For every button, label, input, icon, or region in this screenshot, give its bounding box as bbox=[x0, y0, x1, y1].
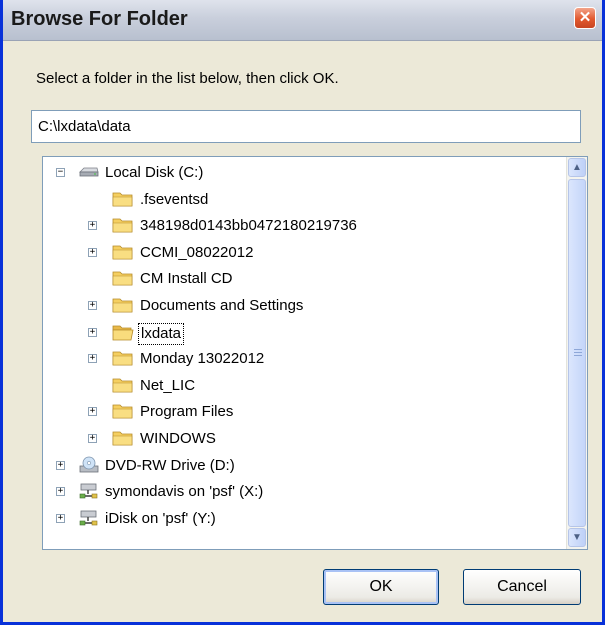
folder-icon bbox=[112, 216, 134, 234]
tree-expander[interactable]: + bbox=[88, 407, 97, 417]
tree-item[interactable]: − Local Disk (C:) bbox=[43, 160, 563, 186]
scroll-down-button[interactable]: ▼ bbox=[568, 528, 586, 547]
tree-item[interactable]: +348198d0143bb0472180219736 bbox=[43, 213, 563, 239]
folder-path-field[interactable]: C:\lxdata\data bbox=[31, 110, 581, 143]
folder-icon bbox=[112, 190, 134, 208]
folder-icon bbox=[112, 269, 134, 287]
tree-expander[interactable]: + bbox=[56, 460, 65, 470]
tree-item-label: iDisk on 'psf' (Y:) bbox=[105, 509, 216, 527]
network-drive-icon bbox=[78, 509, 100, 527]
tree-item[interactable]: Net_LIC bbox=[43, 373, 563, 399]
tree-expander[interactable]: + bbox=[88, 434, 97, 443]
tree-expander[interactable]: + bbox=[88, 354, 97, 364]
tree-expander[interactable]: + bbox=[56, 513, 65, 523]
tree-item[interactable]: + Monday 13022012 bbox=[43, 346, 563, 372]
tree-item[interactable]: CM Install CD bbox=[43, 266, 563, 292]
folder-tree[interactable]: − Local Disk (C:) .fseventsd +348198d0143bb… bbox=[42, 156, 588, 550]
tree-expander[interactable]: + bbox=[56, 487, 65, 497]
tree-expander[interactable]: − bbox=[56, 168, 65, 177]
folder-icon bbox=[112, 429, 134, 447]
scroll-thumb[interactable] bbox=[568, 179, 586, 527]
tree-item[interactable]: + DVD-RW Drive (D:) bbox=[43, 453, 563, 479]
dialog-title: Browse For Folder bbox=[11, 8, 188, 30]
tree-item-label: Net_LIC bbox=[140, 376, 196, 394]
folder-icon bbox=[112, 402, 134, 420]
tree-item-label: Local Disk (C:) bbox=[105, 164, 204, 181]
tree-item[interactable]: + Documents and Settings bbox=[43, 293, 563, 319]
scroll-up-button[interactable]: ▲ bbox=[568, 158, 586, 177]
folder-icon bbox=[112, 376, 134, 394]
tree-item[interactable]: .fseventsd bbox=[43, 187, 563, 213]
close-button[interactable]: ✕ bbox=[574, 7, 596, 29]
tree-item-label: CCMI_08022012 bbox=[140, 243, 254, 261]
vertical-scrollbar[interactable]: ▲ ▼ bbox=[566, 157, 587, 549]
tree-item-label: DVD-RW Drive (D:) bbox=[105, 456, 235, 474]
tree-item-label: lxdata bbox=[138, 322, 185, 345]
tree-item-label: WINDOWS bbox=[140, 430, 216, 447]
folder-tree-list: − Local Disk (C:) .fseventsd +348198d0143bb… bbox=[43, 157, 569, 549]
thumb-grip bbox=[574, 349, 582, 350]
tree-expander[interactable]: + bbox=[88, 327, 97, 337]
tree-item-label: Monday 13022012 bbox=[140, 350, 265, 368]
dvd-drive-icon bbox=[78, 456, 100, 474]
thumb-grip bbox=[574, 355, 582, 356]
tree-item-label: .fseventsd bbox=[140, 190, 209, 208]
tree-item[interactable]: + CCMI_08022012 bbox=[43, 240, 563, 266]
tree-expander[interactable]: + bbox=[88, 247, 97, 257]
tree-expander[interactable]: + bbox=[88, 221, 97, 231]
tree-item[interactable]: + symondavis on 'psf' (X:) bbox=[43, 479, 563, 505]
title-bar[interactable]: Browse For Folder ✕ bbox=[3, 0, 602, 41]
network-drive-icon bbox=[78, 482, 100, 500]
tree-item-label: symondavis on 'psf' (X:) bbox=[105, 483, 264, 501]
cancel-button[interactable]: Cancel bbox=[463, 569, 581, 605]
tree-item[interactable]: + WINDOWS bbox=[43, 426, 563, 452]
folder-open-icon bbox=[112, 323, 134, 341]
tree-item[interactable]: + lxdata bbox=[43, 320, 563, 346]
tree-item-label: CM Install CD bbox=[140, 270, 233, 288]
tree-item-label: 348198d0143bb0472180219736 bbox=[140, 217, 357, 235]
tree-item[interactable]: + iDisk on 'psf' (Y:) bbox=[43, 506, 563, 532]
hard-drive-icon bbox=[78, 163, 100, 181]
thumb-grip bbox=[574, 352, 582, 353]
tree-item[interactable]: + Program Files bbox=[43, 399, 563, 425]
tree-expander[interactable]: + bbox=[88, 301, 97, 310]
browse-for-folder-dialog: Browse For Folder ✕ Select a folder in t… bbox=[0, 0, 605, 625]
instruction-text: Select a folder in the list below, then … bbox=[36, 70, 339, 87]
folder-icon bbox=[112, 296, 134, 314]
ok-button[interactable]: OK bbox=[323, 569, 439, 605]
tree-item-label: Program Files bbox=[140, 403, 234, 421]
tree-item-label: Documents and Settings bbox=[140, 297, 304, 314]
folder-icon bbox=[112, 349, 134, 367]
folder-icon bbox=[112, 243, 134, 261]
